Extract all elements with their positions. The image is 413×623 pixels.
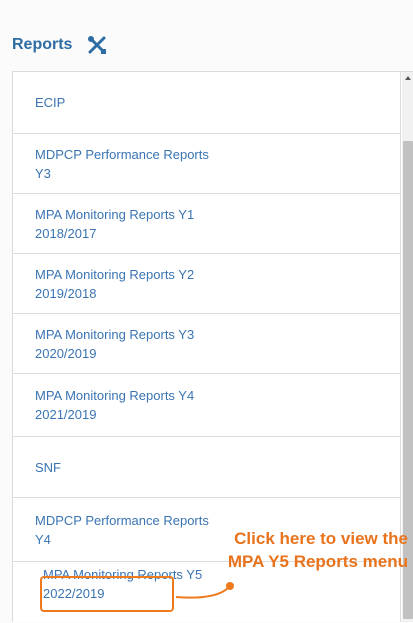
list-item-snf[interactable]: SNF: [13, 437, 400, 498]
item-label: SNF: [35, 459, 61, 475]
list-item-mdpcp-y3[interactable]: MDPCP Performance Reports Y3: [13, 134, 400, 194]
item-sublabel: 2020/2019: [35, 345, 97, 361]
panel-header: Reports: [12, 30, 108, 60]
item-label: MDPCP Performance Reports: [35, 146, 209, 162]
list-item-mpa-y4[interactable]: MPA Monitoring Reports Y4 2021/2019: [13, 374, 400, 437]
panel-title: Reports: [12, 36, 73, 53]
list-item-mpa-y3[interactable]: MPA Monitoring Reports Y3 2020/2019: [13, 314, 400, 374]
annotation-line-1: Click here to view the: [234, 529, 408, 548]
highlight-box: [40, 576, 174, 612]
item-label: MPA Monitoring Reports Y2: [35, 266, 195, 282]
item-label: MPA Monitoring Reports Y3: [35, 326, 195, 342]
item-sublabel: 2018/2017: [35, 225, 97, 241]
list-item-mpa-y2[interactable]: MPA Monitoring Reports Y2 2019/2018: [13, 254, 400, 314]
list-item-mpa-y1[interactable]: MPA Monitoring Reports Y1 2018/2017: [13, 194, 400, 254]
annotation-callout: Click here to view the MPA Y5 Reports me…: [180, 527, 408, 573]
scroll-up-arrow-icon[interactable]: [405, 76, 411, 80]
list-item-ecip[interactable]: ECIP: [13, 72, 400, 134]
item-label: MPA Monitoring Reports Y4: [35, 388, 195, 403]
item-sublabel: 2021/2019: [35, 407, 97, 422]
item-sublabel: Y3: [35, 165, 51, 181]
tools-icon[interactable]: [86, 34, 108, 56]
item-label: MPA Monitoring Reports Y1: [35, 206, 195, 222]
item-label: ECIP: [35, 95, 66, 110]
annotation-line-2: MPA Y5 Reports menu: [227, 552, 408, 571]
item-sublabel: 2019/2018: [35, 285, 97, 301]
reports-panel: Reports ECIP MDPCP Performance Reports Y…: [0, 0, 413, 623]
